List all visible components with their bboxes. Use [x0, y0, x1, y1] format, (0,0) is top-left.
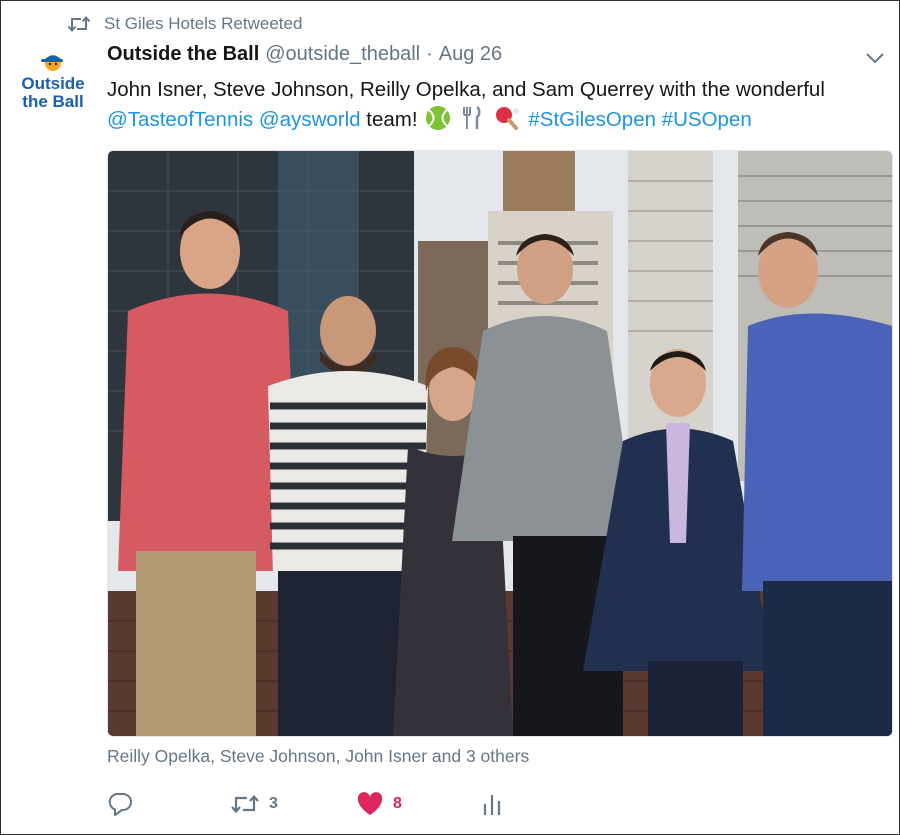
avatar[interactable]: Outside the Ball — [15, 49, 91, 117]
author-handle[interactable]: @outside_theball — [265, 43, 420, 66]
analytics-button[interactable] — [481, 791, 503, 817]
tweet-text-part-2: team! — [366, 108, 418, 131]
mention-aysworld[interactable]: @aysworld — [259, 108, 361, 131]
hashtag-usopen[interactable]: #USOpen — [662, 108, 752, 131]
tweet-text-part-1: John Isner, Steve Johnson, Reilly Opelka… — [107, 78, 825, 101]
retweet-context: St Giles Hotels Retweeted — [67, 12, 302, 36]
mention-tasteoftennis[interactable]: @TasteofTennis — [107, 108, 253, 131]
tagged-people[interactable]: Reilly Opelka, Steve Johnson, John Isner… — [107, 746, 529, 767]
heart-icon — [357, 792, 383, 815]
retweet-icon — [67, 15, 91, 33]
author-name[interactable]: Outside the Ball — [107, 43, 259, 66]
retweet-count: 3 — [269, 795, 278, 812]
tennis-ball-emoji — [426, 106, 451, 130]
tweet-text: John Isner, Steve Johnson, Reilly Opelka… — [107, 75, 887, 135]
tweet-card: St Giles Hotels Retweeted Outside the Ba… — [0, 0, 900, 835]
chevron-down-icon[interactable] — [863, 49, 887, 67]
like-count: 8 — [393, 795, 402, 812]
analytics-icon — [483, 795, 501, 815]
fork-and-knife-emoji — [462, 105, 481, 129]
tweet-photo[interactable] — [107, 150, 893, 737]
reply-button[interactable] — [107, 791, 230, 817]
retweet-context-text: St Giles Hotels Retweeted — [104, 14, 303, 33]
tweet-header: Outside the Ball @outside_theball · Aug … — [107, 43, 502, 66]
retweet-icon — [231, 794, 259, 814]
tweet-date[interactable]: Aug 26 — [439, 43, 502, 66]
retweet-button[interactable]: 3 — [230, 791, 356, 817]
svg-text:Outside: Outside — [21, 74, 84, 93]
svg-text:the Ball: the Ball — [22, 92, 83, 111]
reply-icon — [108, 793, 132, 816]
header-separator: · — [426, 43, 433, 65]
ping-pong-emoji — [495, 107, 519, 130]
like-button[interactable]: 8 — [356, 791, 481, 817]
hashtag-stgilesopen[interactable]: #StGilesOpen — [528, 108, 656, 131]
tweet-actions: 3 8 — [107, 787, 503, 821]
